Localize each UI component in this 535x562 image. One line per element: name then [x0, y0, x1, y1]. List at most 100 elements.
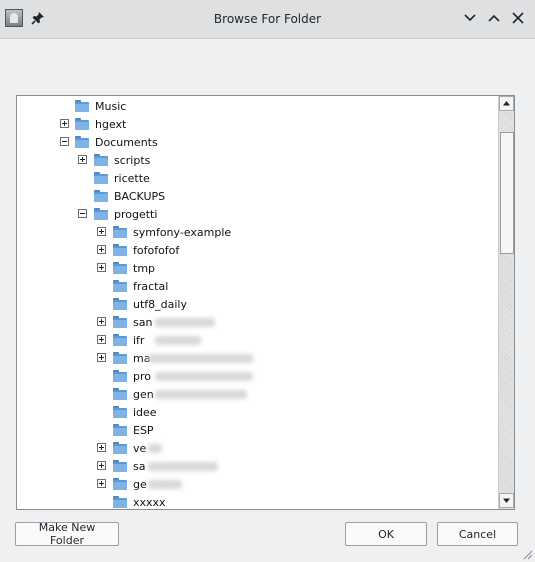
tree-item-label: Music: [95, 100, 127, 113]
folder-icon: [113, 370, 127, 382]
folder-icon: [94, 208, 108, 220]
tree-item[interactable]: ricette: [17, 169, 497, 187]
expand-plus-icon[interactable]: [97, 317, 106, 326]
expand-plus-icon[interactable]: [97, 443, 106, 452]
title-bar: Browse For Folder: [0, 0, 535, 39]
tree-item-label: ricette: [114, 172, 150, 185]
tree-item[interactable]: hgext: [17, 115, 497, 133]
expand-plus-icon[interactable]: [97, 263, 106, 272]
tree-item-label: progetti: [114, 208, 158, 221]
tree-item-label: idee: [133, 406, 157, 419]
folder-tree[interactable]: Music hgext Documents scripts ricette BACKUPS…: [16, 95, 515, 510]
tree-item[interactable]: scripts: [17, 151, 497, 169]
folder-icon: [94, 190, 108, 202]
redacted-text: [148, 444, 162, 453]
tree-item-label: pro: [133, 370, 151, 383]
folder-icon: [94, 172, 108, 184]
folder-icon: [113, 298, 127, 310]
tree-item-label: sa: [133, 460, 146, 473]
folder-icon: [75, 118, 89, 130]
arrow-down-icon: [503, 498, 510, 503]
tree-item[interactable]: ESP: [17, 421, 497, 439]
tree-item[interactable]: sa: [17, 457, 497, 475]
collapse-minus-icon[interactable]: [60, 137, 69, 146]
tree-item[interactable]: ve: [17, 439, 497, 457]
scroll-up-button[interactable]: [499, 96, 514, 111]
folder-icon: [75, 136, 89, 148]
tree-item-label: scripts: [114, 154, 151, 167]
tree-item-label: ge: [133, 478, 147, 491]
folder-icon: [113, 352, 127, 364]
tree-item-label: tmp: [133, 262, 156, 275]
collapse-minus-icon[interactable]: [78, 209, 87, 218]
expand-plus-icon[interactable]: [97, 335, 106, 344]
tree-item[interactable]: xxxxx: [17, 493, 497, 509]
ok-button[interactable]: OK: [345, 522, 427, 546]
resize-grip-icon[interactable]: [521, 548, 533, 560]
tree-item-label: ve: [133, 442, 147, 455]
tree-item[interactable]: idee: [17, 403, 497, 421]
close-icon[interactable]: [511, 11, 525, 25]
folder-icon: [113, 388, 127, 400]
tree-item[interactable]: ifr: [17, 331, 497, 349]
tree-item[interactable]: san: [17, 313, 497, 331]
tree-item-label: san: [133, 316, 153, 329]
chevron-up-icon[interactable]: [487, 11, 501, 25]
make-new-folder-button[interactable]: Make New Folder: [15, 521, 119, 547]
redacted-text: [155, 318, 215, 327]
tree-item-label: hgext: [95, 118, 127, 131]
tree-item[interactable]: progetti: [17, 205, 497, 223]
folder-icon: [113, 316, 127, 328]
tree-item[interactable]: ma: [17, 349, 497, 367]
tree-item[interactable]: gen: [17, 385, 497, 403]
expand-plus-icon[interactable]: [60, 119, 69, 128]
tree-item[interactable]: BACKUPS: [17, 187, 497, 205]
folder-icon: [113, 460, 127, 472]
tree-item[interactable]: utf8_daily: [17, 295, 497, 313]
tree-item-label: fractal: [133, 280, 169, 293]
scroll-down-button[interactable]: [499, 493, 514, 508]
tree-item[interactable]: Music: [17, 97, 497, 115]
expand-plus-icon[interactable]: [97, 353, 106, 362]
folder-icon: [113, 406, 127, 418]
chevron-down-icon[interactable]: [463, 11, 477, 25]
tree-item[interactable]: ge: [17, 475, 497, 493]
tree-item-label: symfony-example: [133, 226, 232, 239]
expand-plus-icon[interactable]: [78, 155, 87, 164]
folder-icon: [113, 226, 127, 238]
folder-icon: [113, 496, 127, 508]
expand-plus-icon[interactable]: [97, 227, 106, 236]
folder-icon: [113, 334, 127, 346]
redacted-text: [148, 462, 218, 471]
folder-icon: [113, 424, 127, 436]
tree-item[interactable]: Documents: [17, 133, 497, 151]
redacted-text: [148, 354, 253, 363]
folder-icon: [113, 442, 127, 454]
redacted-text: [155, 336, 201, 345]
folder-icon: [113, 244, 127, 256]
folder-icon: [94, 154, 108, 166]
scroll-track[interactable]: [500, 112, 514, 493]
tree-item[interactable]: symfony-example: [17, 223, 497, 241]
expand-plus-icon[interactable]: [97, 245, 106, 254]
expand-plus-icon[interactable]: [97, 479, 106, 488]
arrow-up-icon: [503, 101, 510, 106]
scroll-thumb[interactable]: [500, 132, 514, 254]
tree-item[interactable]: fofofofof: [17, 241, 497, 259]
redacted-text: [155, 372, 253, 381]
tree-item[interactable]: pro: [17, 367, 497, 385]
redacted-text: [148, 480, 182, 489]
tree-item[interactable]: tmp: [17, 259, 497, 277]
tree-item-label: fofofofof: [133, 244, 180, 257]
cancel-button[interactable]: Cancel: [437, 522, 518, 546]
window-title: Browse For Folder: [213, 12, 322, 26]
redacted-text: [155, 390, 247, 399]
tree-item-label: BACKUPS: [114, 190, 166, 203]
tree-item-label: Documents: [95, 136, 158, 149]
tree-item[interactable]: fractal: [17, 277, 497, 295]
vertical-scrollbar[interactable]: [498, 96, 514, 509]
expand-plus-icon[interactable]: [97, 461, 106, 470]
tree-item-label: xxxxx: [133, 496, 166, 509]
folder-icon: [113, 280, 127, 292]
tree-item-label: ifr: [133, 334, 145, 347]
